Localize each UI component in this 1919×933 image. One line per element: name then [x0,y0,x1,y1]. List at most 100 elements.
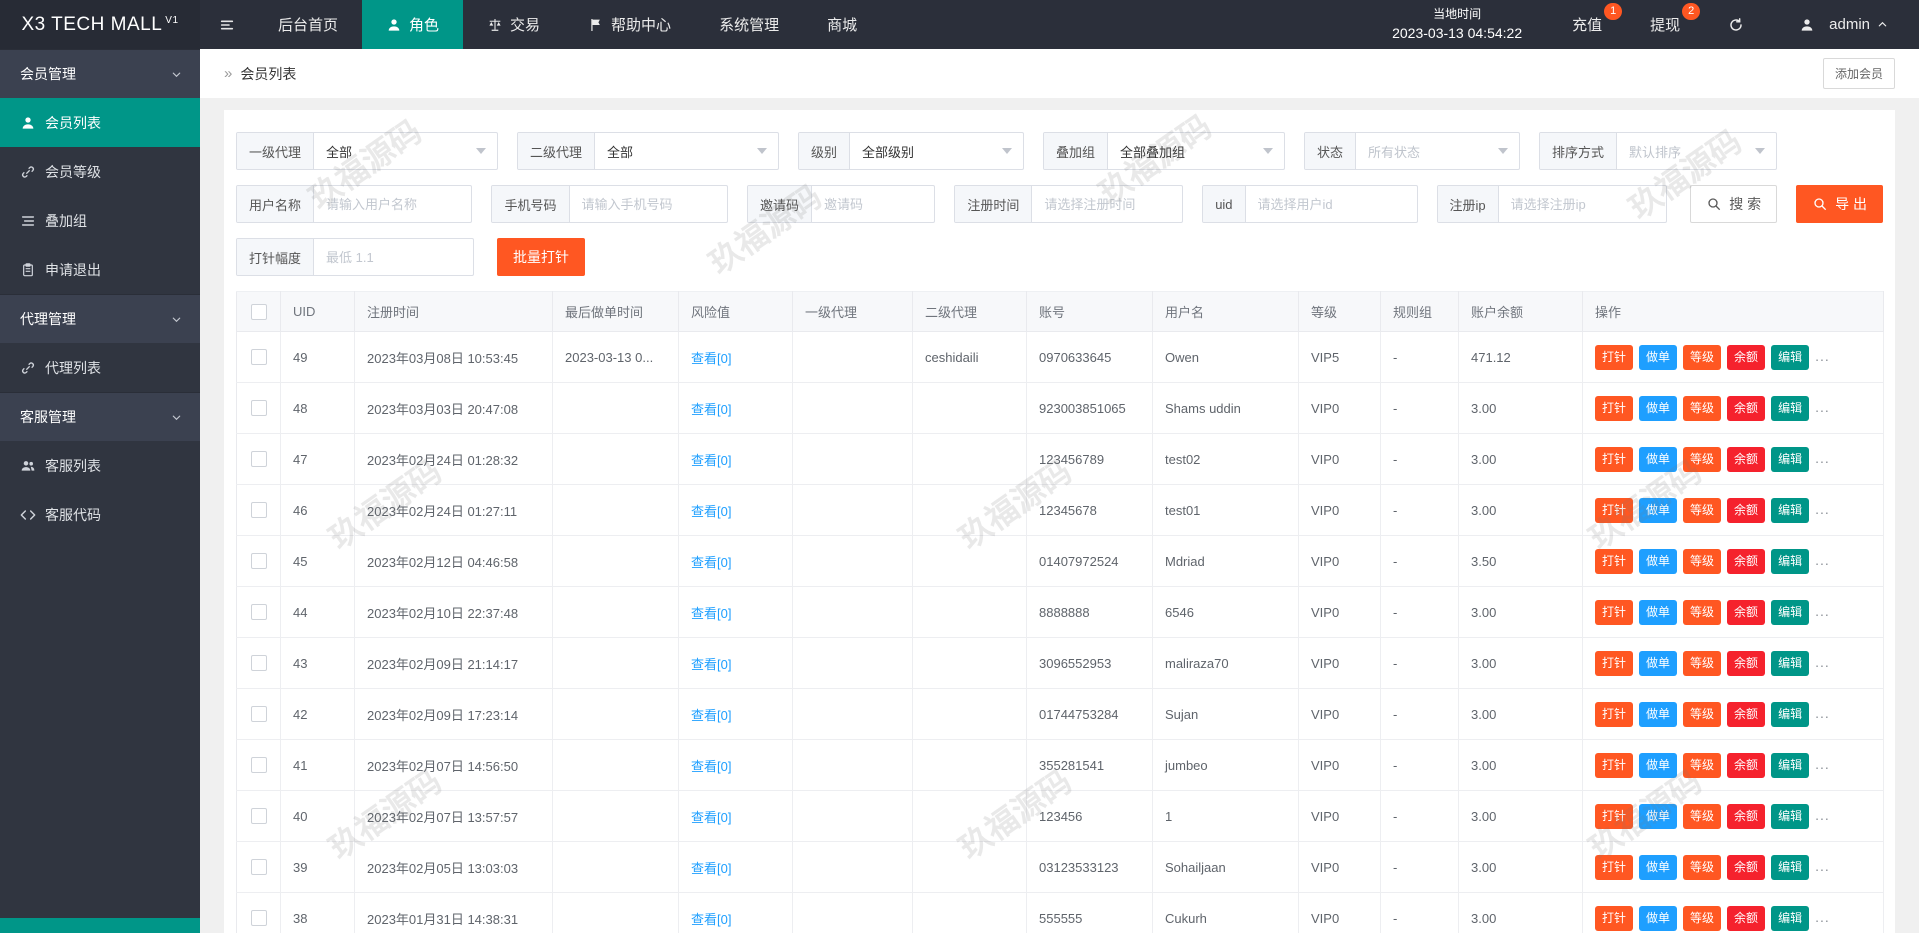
row-more-button[interactable]: ... [1815,552,1830,568]
inject-range-input[interactable] [314,249,473,265]
admin-menu[interactable]: admin [1775,0,1919,49]
row-action-inject-button[interactable]: 打针 [1595,344,1634,370]
sidebar-group-member[interactable]: 会员管理 [0,49,200,98]
row-action-order-button[interactable]: 做单 [1639,752,1678,778]
row-more-button[interactable]: ... [1815,756,1830,772]
row-more-button[interactable]: ... [1815,348,1830,364]
row-action-balance-button[interactable]: 余额 [1727,701,1766,727]
row-action-order-button[interactable]: 做单 [1639,650,1678,676]
risk-view-link[interactable]: 查看[0] [691,708,731,723]
row-action-balance-button[interactable]: 余额 [1727,752,1766,778]
row-action-inject-button[interactable]: 打针 [1595,905,1634,931]
row-action-inject-button[interactable]: 打针 [1595,599,1634,625]
row-checkbox[interactable] [250,757,267,774]
sidebar-item-quit-apply[interactable]: 申请退出 [0,245,200,294]
row-checkbox[interactable] [250,502,267,519]
export-button[interactable]: 导 出 [1796,185,1884,223]
menu-item-dashboard[interactable]: 后台首页 [254,0,362,49]
row-action-balance-button[interactable]: 余额 [1727,905,1766,931]
row-action-level-button[interactable]: 等级 [1683,344,1722,370]
row-action-edit-button[interactable]: 编辑 [1771,905,1810,931]
row-action-inject-button[interactable]: 打针 [1595,548,1634,574]
row-more-button[interactable]: ... [1815,450,1830,466]
row-action-balance-button[interactable]: 余额 [1727,599,1766,625]
menu-item-role[interactable]: 角色 [362,0,464,49]
row-action-order-button[interactable]: 做单 [1639,548,1678,574]
sidebar-group-service[interactable]: 客服管理 [0,392,200,441]
sidebar-item-member-list[interactable]: 会员列表 [0,98,200,147]
row-checkbox[interactable] [250,655,267,672]
row-action-balance-button[interactable]: 余额 [1727,344,1766,370]
risk-view-link[interactable]: 查看[0] [691,759,731,774]
row-checkbox[interactable] [250,808,267,825]
row-more-button[interactable]: ... [1815,654,1830,670]
row-action-inject-button[interactable]: 打针 [1595,803,1634,829]
risk-view-link[interactable]: 查看[0] [691,861,731,876]
row-action-edit-button[interactable]: 编辑 [1771,548,1810,574]
row-action-level-button[interactable]: 等级 [1683,854,1722,880]
row-action-level-button[interactable]: 等级 [1683,548,1722,574]
row-action-level-button[interactable]: 等级 [1683,701,1722,727]
row-action-balance-button[interactable]: 余额 [1727,548,1766,574]
search-button[interactable]: 搜 索 [1690,185,1778,223]
sidebar-group-agent[interactable]: 代理管理 [0,294,200,343]
select-all-checkbox[interactable] [250,303,267,320]
uid-input[interactable] [1245,196,1417,212]
filter-select-agent2[interactable]: 二级代理 全部 [517,132,779,170]
row-more-button[interactable]: ... [1815,603,1830,619]
row-action-level-button[interactable]: 等级 [1683,446,1722,472]
row-action-edit-button[interactable]: 编辑 [1771,803,1810,829]
row-checkbox[interactable] [250,604,267,621]
row-more-button[interactable]: ... [1815,399,1830,415]
risk-view-link[interactable]: 查看[0] [691,912,731,927]
row-action-balance-button[interactable]: 余额 [1727,497,1766,523]
row-checkbox[interactable] [250,706,267,723]
filter-select-status[interactable]: 状态 所有状态 [1304,132,1520,170]
row-action-edit-button[interactable]: 编辑 [1771,446,1810,472]
row-more-button[interactable]: ... [1815,501,1830,517]
row-action-inject-button[interactable]: 打针 [1595,395,1634,421]
row-action-order-button[interactable]: 做单 [1639,803,1678,829]
filter-select-sort[interactable]: 排序方式 默认排序 [1539,132,1777,170]
row-action-inject-button[interactable]: 打针 [1595,497,1634,523]
sidebar-toggle-icon[interactable] [200,0,254,49]
row-action-order-button[interactable]: 做单 [1639,905,1678,931]
row-checkbox[interactable] [250,349,267,366]
row-action-edit-button[interactable]: 编辑 [1771,395,1810,421]
row-action-level-button[interactable]: 等级 [1683,650,1722,676]
username-input[interactable] [314,196,472,212]
refresh-button[interactable] [1704,0,1775,49]
row-more-button[interactable]: ... [1815,858,1830,874]
row-action-edit-button[interactable]: 编辑 [1771,650,1810,676]
row-checkbox[interactable] [250,553,267,570]
risk-view-link[interactable]: 查看[0] [691,504,731,519]
invite-input[interactable] [811,196,935,212]
add-member-button[interactable]: 添加会员 [1822,58,1895,89]
row-action-level-button[interactable]: 等级 [1683,905,1722,931]
row-action-order-button[interactable]: 做单 [1639,395,1678,421]
sidebar-item-member-level[interactable]: 会员等级 [0,147,200,196]
sidebar-item-stack-group[interactable]: 叠加组 [0,196,200,245]
row-more-button[interactable]: ... [1815,909,1830,925]
menu-item-system[interactable]: 系统管理 [695,0,803,49]
regip-input[interactable] [1498,196,1667,212]
row-action-balance-button[interactable]: 余额 [1727,854,1766,880]
row-action-level-button[interactable]: 等级 [1683,599,1722,625]
row-action-balance-button[interactable]: 余额 [1727,446,1766,472]
risk-view-link[interactable]: 查看[0] [691,402,731,417]
menu-item-trade[interactable]: 交易 [463,0,564,49]
recharge-button[interactable]: 充值 1 [1548,0,1626,49]
row-action-balance-button[interactable]: 余额 [1727,803,1766,829]
row-checkbox[interactable] [250,859,267,876]
row-action-order-button[interactable]: 做单 [1639,497,1678,523]
row-action-balance-button[interactable]: 余额 [1727,650,1766,676]
row-action-inject-button[interactable]: 打针 [1595,446,1634,472]
row-action-order-button[interactable]: 做单 [1639,701,1678,727]
row-action-inject-button[interactable]: 打针 [1595,650,1634,676]
row-action-edit-button[interactable]: 编辑 [1771,344,1810,370]
row-action-edit-button[interactable]: 编辑 [1771,701,1810,727]
row-checkbox[interactable] [250,400,267,417]
risk-view-link[interactable]: 查看[0] [691,351,731,366]
row-action-edit-button[interactable]: 编辑 [1771,599,1810,625]
row-action-level-button[interactable]: 等级 [1683,395,1722,421]
